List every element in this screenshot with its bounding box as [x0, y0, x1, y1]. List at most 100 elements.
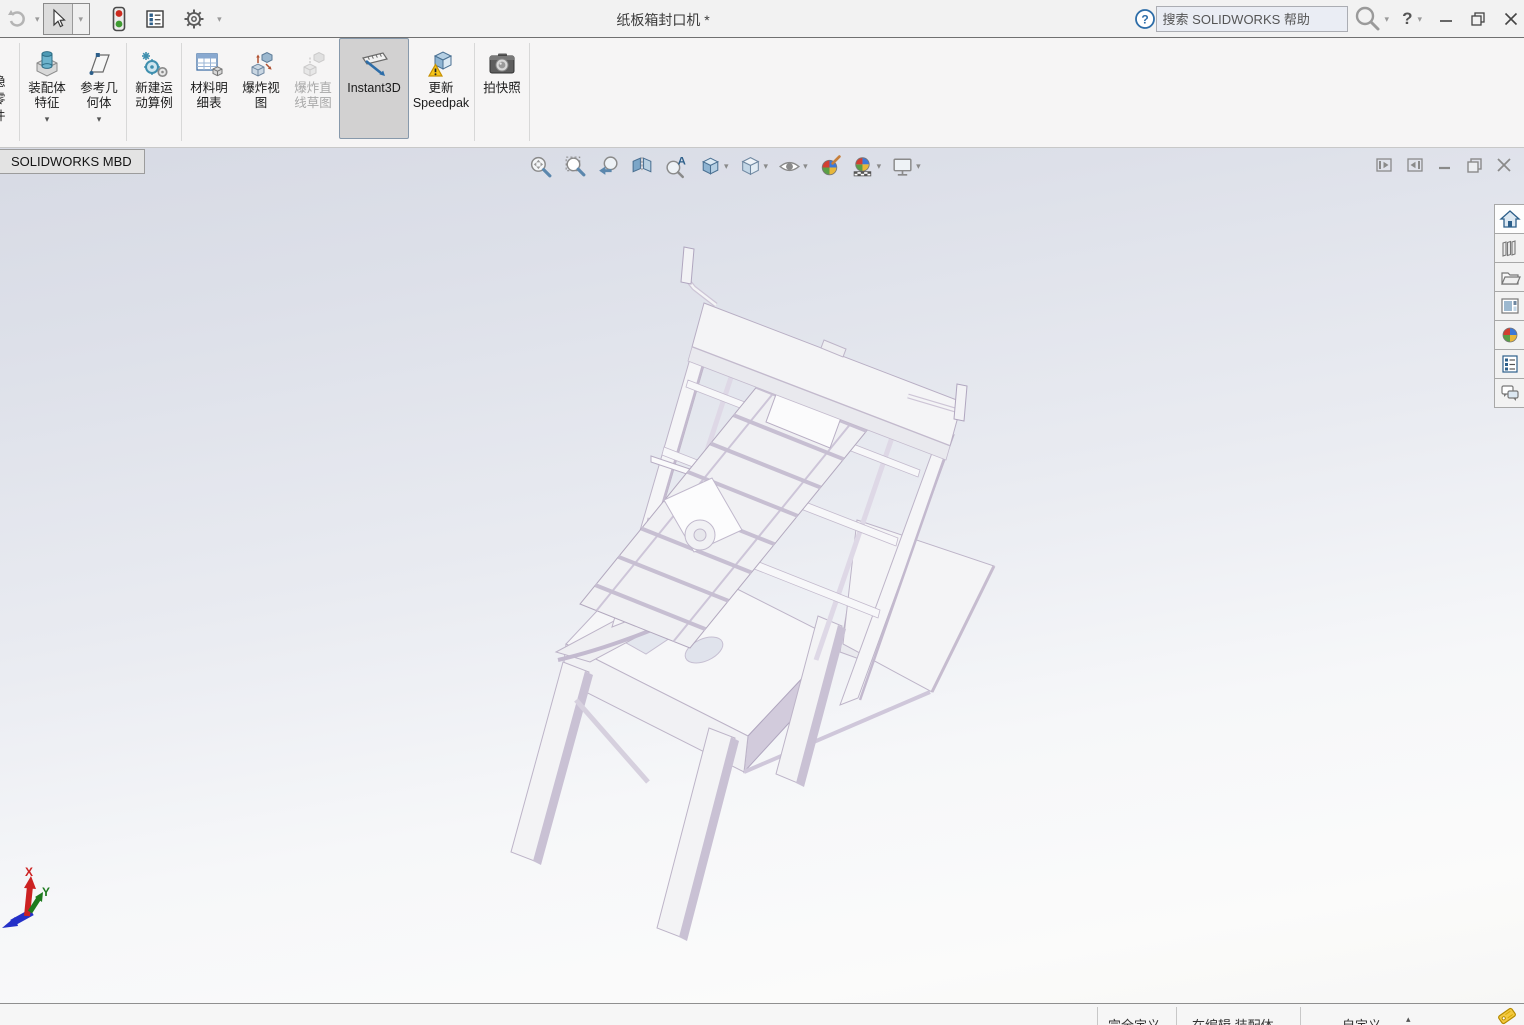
svg-text:A: A	[678, 155, 686, 167]
document-close-button[interactable]	[1496, 157, 1512, 173]
previous-view-icon	[599, 156, 618, 175]
ribbon-separator	[126, 43, 127, 141]
ribbon-button-assembly-features[interactable]: 装配体 特征 ▾	[21, 38, 73, 139]
display-style-icon	[741, 157, 760, 176]
close-button[interactable]	[1504, 12, 1518, 26]
view-settings-button[interactable]: ▾	[890, 154, 921, 179]
task-pane-file-explorer[interactable]	[1494, 262, 1524, 292]
heads-up-view-toolbar: A ▾ ▾ ▾ ▾ ▾	[528, 154, 921, 179]
status-dropup-icon[interactable]: ▴	[1406, 1014, 1411, 1025]
appearances-sphere-icon	[1502, 327, 1517, 343]
undo-dropdown[interactable]: ▾	[35, 14, 40, 25]
ribbon-button-reference-geometry[interactable]: 参考几 何体 ▾	[73, 38, 125, 139]
ribbon-separator	[474, 43, 475, 141]
undo-button[interactable]	[6, 8, 28, 30]
zoom-fit-icon	[530, 156, 552, 178]
update-speedpak-icon	[425, 47, 457, 81]
view-orientation-icon	[702, 157, 719, 175]
model-3d-cardboard-box-sealer[interactable]	[0, 148, 1524, 1003]
annotation-views-icon: A	[666, 155, 686, 179]
appearance-sphere-icon	[821, 155, 841, 176]
task-pane-view-palette[interactable]	[1494, 291, 1524, 321]
task-pane	[1494, 204, 1524, 408]
ribbon-button-bill-of-materials[interactable]: 材料明 细表	[183, 38, 235, 139]
scene-sphere-icon	[853, 157, 871, 177]
zoom-area-icon	[565, 156, 586, 177]
edit-appearance-button[interactable]	[817, 154, 842, 179]
view-palette-icon	[1500, 298, 1519, 314]
section-view-button[interactable]	[630, 154, 655, 179]
tab-solidworks-mbd[interactable]: SOLIDWORKS MBD	[0, 149, 145, 174]
document-restore-button[interactable]	[1466, 157, 1483, 174]
ribbon-button-update-speedpak[interactable]: 更新 Speedpak	[409, 38, 473, 139]
zoom-to-fit-button[interactable]	[528, 154, 553, 179]
chevron-down-icon[interactable]: ▾	[97, 115, 102, 124]
explode-line-sketch-icon	[297, 47, 329, 81]
previous-view-button[interactable]	[596, 154, 621, 179]
monitor-icon	[893, 158, 912, 176]
search-icon[interactable]	[1352, 4, 1382, 34]
zoom-to-area-button[interactable]	[562, 154, 587, 179]
status-fully-defined: 完全定义	[1108, 1015, 1160, 1025]
select-tool-button[interactable]: ▾	[42, 3, 91, 35]
restore-button[interactable]	[1471, 11, 1486, 27]
options-button[interactable]	[183, 8, 205, 30]
chat-bubbles-icon	[1500, 385, 1519, 401]
task-pane-solidworks-resources[interactable]	[1494, 204, 1524, 234]
tag-icon[interactable]	[1497, 1007, 1517, 1025]
status-custom-tab[interactable]: 自定义	[1342, 1015, 1381, 1025]
chevron-down-icon[interactable]: ▾	[764, 161, 769, 172]
file-properties-icon	[146, 10, 164, 28]
ribbon-button-new-motion-study[interactable]: 新建运 动算例	[128, 38, 180, 139]
search-area: ? ▾ ? ▾	[1134, 4, 1518, 34]
display-style-button[interactable]: ▾	[738, 154, 769, 179]
chevron-down-icon[interactable]: ▾	[724, 161, 729, 172]
ribbon-button-explode-line-sketch: 爆炸直 线草图	[287, 38, 339, 139]
options-dropdown[interactable]: ▾	[217, 14, 222, 25]
dynamic-annotation-views-button[interactable]: A	[664, 154, 689, 179]
document-minimize-button[interactable]	[1437, 157, 1453, 173]
minimize-button[interactable]	[1439, 12, 1453, 26]
command-manager-ribbon: 隐 零 件 装配体 特征 ▾	[0, 38, 1524, 148]
rebuild-button[interactable]	[111, 6, 127, 32]
folder-icon	[1500, 272, 1521, 285]
rebuild-traffic-light-icon	[112, 6, 126, 32]
chevron-down-icon[interactable]: ▾	[877, 161, 882, 172]
file-properties-button[interactable]	[145, 9, 165, 29]
ribbon-button-instant3d[interactable]: Instant3D	[339, 38, 409, 139]
cursor-arrow-icon	[44, 5, 72, 33]
exploded-view-icon	[245, 47, 277, 81]
ribbon-button-exploded-view[interactable]: 爆炸视 图	[235, 38, 287, 139]
help-menu[interactable]: ?	[1402, 9, 1412, 29]
ribbon-button-show-hidden-components[interactable]: 隐 零 件	[0, 38, 18, 125]
status-editing-assembly: 在编辑 装配体	[1192, 1015, 1274, 1025]
graphics-viewport[interactable]: SOLIDWORKS MBD A ▾ ▾ ▾ ▾ ▾ X Y	[0, 148, 1524, 1003]
chevron-down-icon: ▾	[78, 13, 84, 24]
orientation-triad: X Y	[2, 866, 50, 928]
task-pane-design-library[interactable]	[1494, 233, 1524, 263]
task-pane-custom-properties[interactable]	[1494, 349, 1524, 379]
quick-access-toolbar: ▾ ▾ ▾	[6, 3, 225, 35]
status-bar: 完全定义 在编辑 装配体 自定义 ▴	[0, 1003, 1524, 1025]
ribbon-button-take-snapshot[interactable]: 拍快照	[476, 38, 528, 139]
motion-study-icon	[138, 47, 170, 81]
previous-document-button[interactable]	[1375, 156, 1393, 174]
apply-scene-button[interactable]: ▾	[851, 154, 882, 179]
chevron-down-icon[interactable]: ▾	[803, 161, 808, 172]
task-pane-appearances-scenes[interactable]	[1494, 320, 1524, 350]
next-document-button[interactable]	[1406, 156, 1424, 174]
search-dropdown[interactable]: ▾	[1385, 14, 1390, 25]
books-icon	[1501, 240, 1516, 257]
select-tool-dropdown[interactable]: ▾	[71, 4, 90, 34]
search-input[interactable]	[1155, 6, 1348, 32]
document-title: 纸板箱封口机 *	[616, 12, 710, 28]
help-dropdown[interactable]: ▾	[1417, 14, 1422, 25]
help-circle-icon[interactable]: ?	[1134, 8, 1156, 30]
eye-icon	[779, 161, 801, 172]
chevron-down-icon[interactable]: ▾	[916, 161, 921, 172]
chevron-down-icon[interactable]: ▾	[45, 115, 50, 124]
hide-show-items-button[interactable]: ▾	[777, 154, 808, 179]
view-orientation-button[interactable]: ▾	[698, 154, 729, 179]
task-pane-solidworks-forum[interactable]	[1494, 378, 1524, 408]
home-icon	[1498, 210, 1521, 228]
